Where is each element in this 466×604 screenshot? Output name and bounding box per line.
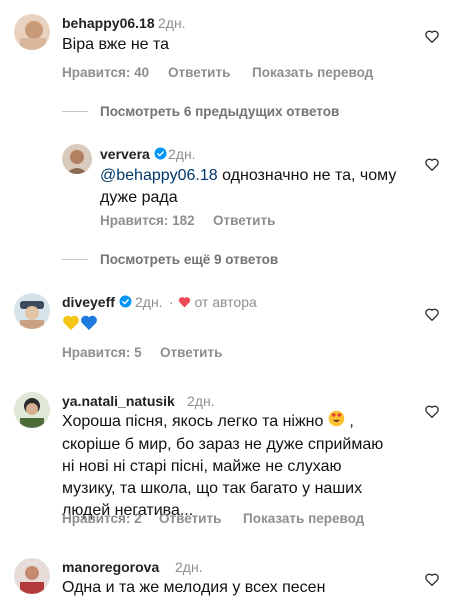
divider bbox=[62, 111, 88, 112]
reply-button[interactable]: Ответить bbox=[168, 65, 230, 80]
comment-text-line: музику, та школа, що так багато у наших bbox=[62, 480, 363, 497]
comment-text: Хороша пісня, якось легко та ніжно , ско… bbox=[62, 410, 417, 522]
comment-time: 2дн. bbox=[135, 294, 163, 310]
author-like-badge: · от автора bbox=[169, 294, 257, 311]
comment-username[interactable]: ya.natali_natusik bbox=[62, 393, 175, 409]
view-more-replies-label: Посмотреть ещё 9 ответов bbox=[100, 252, 279, 267]
author-label: от автора bbox=[194, 294, 257, 310]
username-text: diveyeff bbox=[62, 294, 115, 310]
like-heart-icon[interactable] bbox=[425, 405, 439, 418]
view-previous-replies-button[interactable]: Посмотреть 6 предыдущих ответов bbox=[62, 104, 339, 119]
reply-button[interactable]: Ответить bbox=[159, 511, 221, 526]
avatar[interactable] bbox=[14, 293, 50, 329]
comment-username[interactable]: diveyeff bbox=[62, 294, 132, 311]
comment-time: 2дн. bbox=[187, 393, 215, 409]
view-previous-replies-label: Посмотреть 6 предыдущих ответов bbox=[100, 104, 340, 119]
reply-button[interactable]: Ответить bbox=[160, 345, 222, 360]
avatar[interactable] bbox=[14, 558, 50, 594]
yellow-heart-emoji-icon bbox=[62, 314, 80, 338]
like-heart-icon[interactable] bbox=[425, 308, 439, 321]
comment-time: 2дн. bbox=[168, 146, 196, 162]
author-heart-icon bbox=[178, 295, 191, 311]
comment-text-line: ні нові ні старі пісні, майже не слухаю bbox=[62, 458, 342, 475]
verified-badge-icon bbox=[119, 295, 132, 311]
likes-count[interactable]: Нравится: 40 bbox=[62, 65, 149, 80]
comment-text-line: однозначно не та, чому bbox=[217, 167, 397, 184]
likes-count[interactable]: Нравится: 182 bbox=[100, 213, 195, 228]
comment-text-line: Хороша пісня, якось легко та ніжно bbox=[62, 413, 324, 431]
comment-text: @behappy06.18 однозначно не та, чому дуж… bbox=[100, 165, 396, 209]
like-heart-icon[interactable] bbox=[425, 158, 439, 171]
translate-button[interactable]: Показать перевод bbox=[252, 65, 373, 80]
comment-username[interactable]: manoregorova bbox=[62, 559, 159, 575]
comment-emoji bbox=[62, 314, 98, 338]
comment-text: Віра вже не та bbox=[62, 36, 170, 53]
view-more-replies-button[interactable]: Посмотреть ещё 9 ответов bbox=[62, 252, 278, 267]
like-heart-icon[interactable] bbox=[425, 30, 439, 43]
heart-eyes-emoji-icon bbox=[328, 410, 345, 434]
blue-heart-emoji-icon bbox=[80, 314, 98, 338]
avatar[interactable] bbox=[14, 392, 50, 428]
mention-link[interactable]: @behappy06.18 bbox=[100, 167, 218, 184]
username-text: ververa bbox=[100, 146, 150, 162]
translate-button[interactable]: Показать перевод bbox=[243, 511, 364, 526]
separator-dot: · bbox=[169, 294, 174, 310]
verified-badge-icon bbox=[154, 147, 167, 163]
likes-count[interactable]: Нравится: 5 bbox=[62, 345, 142, 360]
reply-button[interactable]: Ответить bbox=[213, 213, 275, 228]
likes-count[interactable]: Нравится: 2 bbox=[62, 511, 142, 526]
comment-time: 2дн. bbox=[158, 15, 186, 31]
comment-username[interactable]: ververa bbox=[100, 146, 167, 163]
comment-time: 2дн. bbox=[175, 559, 203, 575]
comment-text-line: дуже рада bbox=[100, 189, 178, 206]
avatar[interactable] bbox=[62, 144, 92, 174]
comment-text-line: скоріше б мир, бо зараз не дуже сприймаю bbox=[62, 436, 384, 453]
avatar[interactable] bbox=[14, 14, 50, 50]
like-heart-icon[interactable] bbox=[425, 573, 439, 586]
comment-username[interactable]: behappy06.18 bbox=[62, 15, 155, 31]
divider bbox=[62, 259, 88, 260]
comment-text: Одна и та же мелодия у всех песен bbox=[62, 579, 326, 596]
